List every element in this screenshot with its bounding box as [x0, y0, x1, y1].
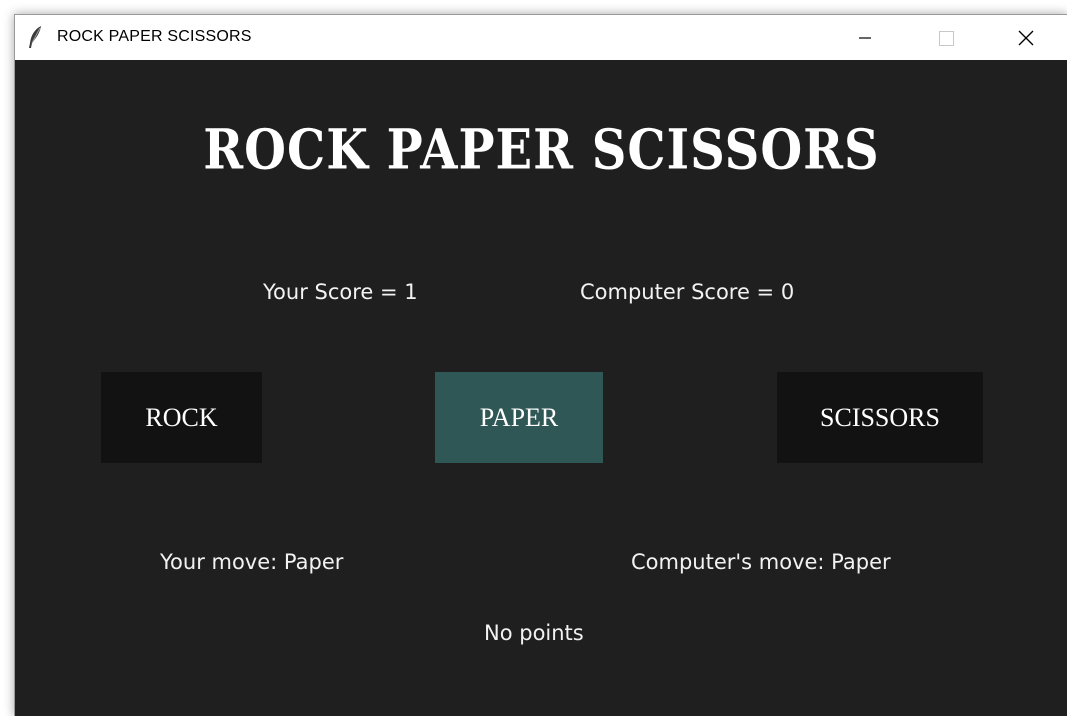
your-score-label: Your Score = 1 — [263, 280, 418, 304]
close-button[interactable] — [995, 15, 1055, 60]
maximize-icon — [939, 31, 954, 46]
game-panel: ROCK PAPER SCISSORS Your Score = 1 Compu… — [15, 60, 1067, 716]
maximize-button[interactable] — [915, 15, 975, 60]
minimize-icon — [859, 37, 871, 39]
computer-move-label: Computer's move: Paper — [631, 550, 891, 574]
title-bar[interactable]: ROCK PAPER SCISSORS — [15, 15, 1067, 60]
game-title: ROCK PAPER SCISSORS — [203, 117, 880, 183]
scissors-button[interactable]: SCISSORS — [777, 372, 983, 463]
paper-button[interactable]: PAPER — [435, 372, 603, 463]
window-title: ROCK PAPER SCISSORS — [57, 28, 252, 45]
your-move-label: Your move: Paper — [160, 550, 344, 574]
result-label: No points — [484, 621, 584, 645]
feather-icon — [25, 25, 45, 49]
rock-button[interactable]: ROCK — [101, 372, 262, 463]
close-icon — [1018, 30, 1034, 46]
computer-score-label: Computer Score = 0 — [580, 280, 795, 304]
app-window: ROCK PAPER SCISSORS ROCK PAPER SCISSORS … — [14, 14, 1067, 716]
minimize-button[interactable] — [835, 15, 895, 60]
